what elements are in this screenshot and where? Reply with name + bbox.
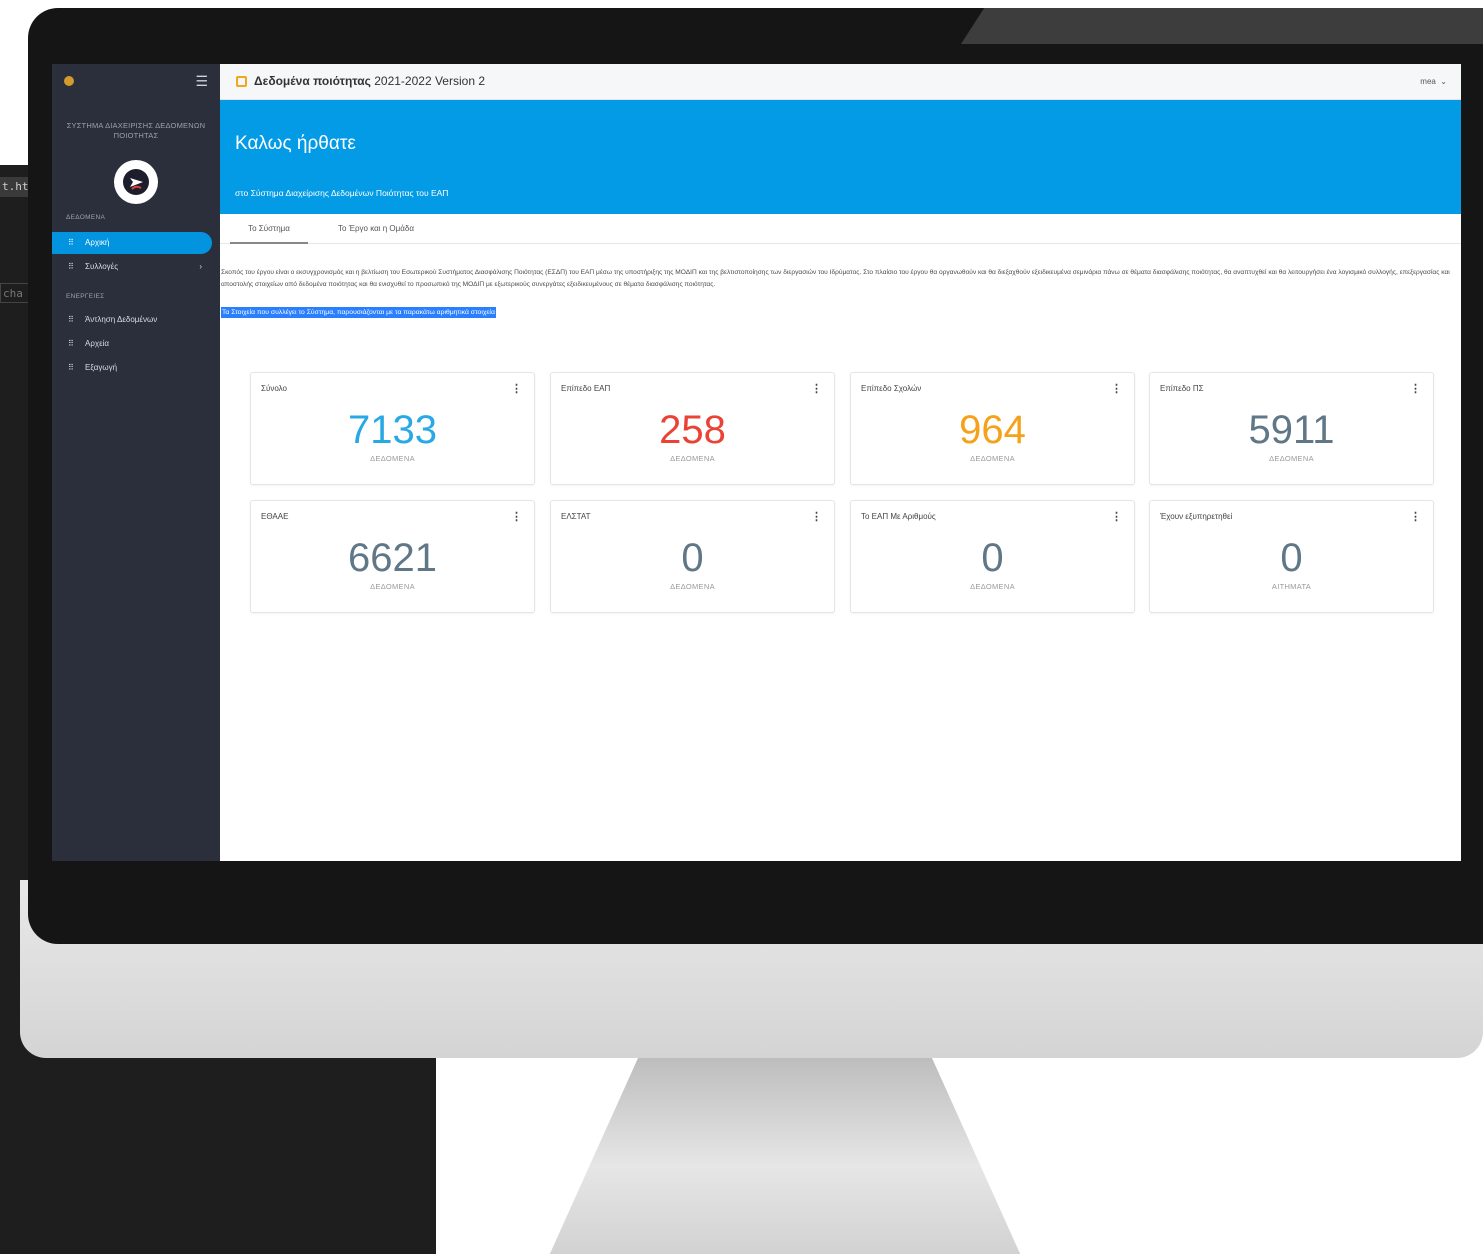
user-menu[interactable]: mea ⌄ [1420, 77, 1447, 86]
sidebar-item-data-fetch[interactable]: ⠿ Άντληση Δεδομένων [52, 309, 212, 331]
sidebar-item-collections[interactable]: ⠿ Συλλογές › [52, 256, 212, 278]
stat-label: Έχουν εξυπηρετηθεί [1160, 512, 1233, 521]
more-vertical-icon[interactable]: ⋮ [1410, 382, 1421, 395]
more-vertical-icon[interactable]: ⋮ [811, 510, 822, 523]
editor-input-fragment: cha [0, 283, 30, 303]
welcome-subtitle: στο Σύστημα Διαχείρισης Δεδομένων Ποιότη… [235, 188, 449, 198]
grid-icon: ⠿ [68, 315, 74, 324]
monitor-stand [549, 1058, 1021, 1254]
welcome-banner: Καλως ήρθατε στο Σύστημα Διαχείρισης Δεδ… [220, 100, 1461, 214]
stat-value: 0 [981, 536, 1004, 580]
stat-value: 0 [681, 536, 704, 580]
sidebar-item-label: Εξαγωγή [85, 363, 118, 372]
stat-unit: ΔΕΔΟΜΕΝΑ [670, 454, 715, 463]
stat-unit: ΔΕΔΟΜΕΝΑ [970, 454, 1015, 463]
hamburger-icon[interactable]: ☰ [195, 74, 208, 88]
sidebar-item-export[interactable]: ⠿ Εξαγωγή [52, 357, 212, 379]
stat-label: ΕΛΣΤΑΤ [561, 512, 591, 521]
stat-value: 964 [959, 408, 1026, 452]
stat-card-schools-level: Επίπεδο Σχολών ⋮ 964 ΔΕΔΟΜΕΝΑ [850, 372, 1135, 485]
stat-card-eap-level: Επίπεδο ΕΑΠ ⋮ 258 ΔΕΔΟΜΕΝΑ [550, 372, 835, 485]
stat-label: Επίπεδο Σχολών [861, 384, 922, 393]
stat-unit: ΔΕΔΟΜΕΝΑ [970, 582, 1015, 591]
more-vertical-icon[interactable]: ⋮ [1111, 510, 1122, 523]
grid-icon: ⠿ [68, 339, 74, 348]
section-data-heading: ΔΕΔΟΜΕΝΑ [66, 214, 106, 221]
stat-unit: ΔΕΔΟΜΕΝΑ [370, 454, 415, 463]
chevron-right-icon: › [199, 262, 202, 271]
sidebar-item-home[interactable]: ⠿ Αρχική [52, 232, 212, 254]
calendar-icon [236, 76, 247, 87]
stat-card-total: Σύνολο ⋮ 7133 ΔΕΔΟΜΕΝΑ [250, 372, 535, 485]
grid-icon: ⠿ [68, 238, 74, 247]
grid-icon: ⠿ [68, 363, 74, 372]
stat-unit: ΑΙΤΗΜΑΤΑ [1271, 582, 1312, 591]
page-title: Δεδομένα ποιότητας 2021-2022 Version 2 [254, 74, 485, 88]
stat-value: 6621 [348, 536, 437, 580]
stat-label: Επίπεδο ΠΣ [1160, 384, 1204, 393]
more-vertical-icon[interactable]: ⋮ [811, 382, 822, 395]
app-logo-icon [64, 76, 74, 86]
stat-card-elstat: ΕΛΣΤΑΤ ⋮ 0 ΔΕΔΟΜΕΝΑ [550, 500, 835, 613]
avatar [114, 160, 158, 204]
editor-tab-fragment: t.ht [0, 177, 30, 197]
more-vertical-icon[interactable]: ⋮ [511, 382, 522, 395]
stat-unit: ΔΕΔΟΜΕΝΑ [670, 582, 715, 591]
sidebar-item-label: Συλλογές [85, 262, 119, 271]
more-vertical-icon[interactable]: ⋮ [1410, 510, 1421, 523]
sidebar: ☰ ΣΥΣΤΗΜΑ ΔΙΑΧΕΙΡΙΣΗΣ ΔΕΔΟΜΕΝΩΝ ΠΟΙΟΤΗΤΑ… [52, 64, 220, 861]
stat-value: 258 [659, 408, 726, 452]
stat-card-ethaae: ΕΘΑΑΕ ⋮ 6621 ΔΕΔΟΜΕΝΑ [250, 500, 535, 613]
stat-card-ps-level: Επίπεδο ΠΣ ⋮ 5911 ΔΕΔΟΜΕΝΑ [1149, 372, 1434, 485]
stat-card-served-requests: Έχουν εξυπηρετηθεί ⋮ 0 ΑΙΤΗΜΑΤΑ [1149, 500, 1434, 613]
section-actions-heading: ΕΝΕΡΓΕΙΕΣ [66, 293, 105, 300]
stat-label: ΕΘΑΑΕ [261, 512, 289, 521]
stat-value: 0 [1280, 536, 1303, 580]
stat-label: Σύνολο [261, 384, 287, 393]
sidebar-item-label: Αρχεία [85, 339, 110, 348]
welcome-title: Καλως ήρθατε [235, 133, 356, 154]
stat-label: Το ΕΑΠ Με Αριθμούς [861, 512, 936, 521]
intro-paragraph: Σκοπός του έργου είναι ο εκσυγχρονισμός … [221, 269, 1450, 288]
tab-project-team[interactable]: Το Έργο και η Ομάδα [316, 214, 436, 244]
stat-unit: ΔΕΔΟΜΕΝΑ [1269, 454, 1314, 463]
stat-value: 7133 [348, 408, 437, 452]
tab-system[interactable]: Το Σύστημα [230, 214, 308, 244]
sidebar-item-label: Άντληση Δεδομένων [85, 315, 158, 324]
intro-highlight: Τα Στοιχεία που συλλέγει το Σύστημα, παρ… [221, 307, 496, 318]
chevron-down-icon: ⌄ [1440, 77, 1447, 86]
topbar: Δεδομένα ποιότητας 2021-2022 Version 2 m… [220, 64, 1461, 100]
stat-card-eap-numbers: Το ΕΑΠ Με Αριθμούς ⋮ 0 ΔΕΔΟΜΕΝΑ [850, 500, 1135, 613]
rocket-logo-icon [123, 169, 149, 195]
sidebar-item-label: Αρχική [85, 238, 110, 247]
more-vertical-icon[interactable]: ⋮ [511, 510, 522, 523]
tabs: Το Σύστημα Το Έργο και η Ομάδα [220, 214, 1461, 244]
stat-value: 5911 [1248, 408, 1335, 452]
sidebar-item-files[interactable]: ⠿ Αρχεία [52, 333, 212, 355]
app-screen: ☰ ΣΥΣΤΗΜΑ ΔΙΑΧΕΙΡΙΣΗΣ ΔΕΔΟΜΕΝΩΝ ΠΟΙΟΤΗΤΑ… [52, 64, 1461, 861]
more-vertical-icon[interactable]: ⋮ [1111, 382, 1122, 395]
system-title: ΣΥΣΤΗΜΑ ΔΙΑΧΕΙΡΙΣΗΣ ΔΕΔΟΜΕΝΩΝ ΠΟΙΟΤΗΤΑΣ [66, 121, 206, 140]
stat-unit: ΔΕΔΟΜΕΝΑ [370, 582, 415, 591]
grid-icon: ⠿ [68, 262, 74, 271]
user-name: mea [1420, 77, 1436, 86]
stat-label: Επίπεδο ΕΑΠ [561, 384, 611, 393]
